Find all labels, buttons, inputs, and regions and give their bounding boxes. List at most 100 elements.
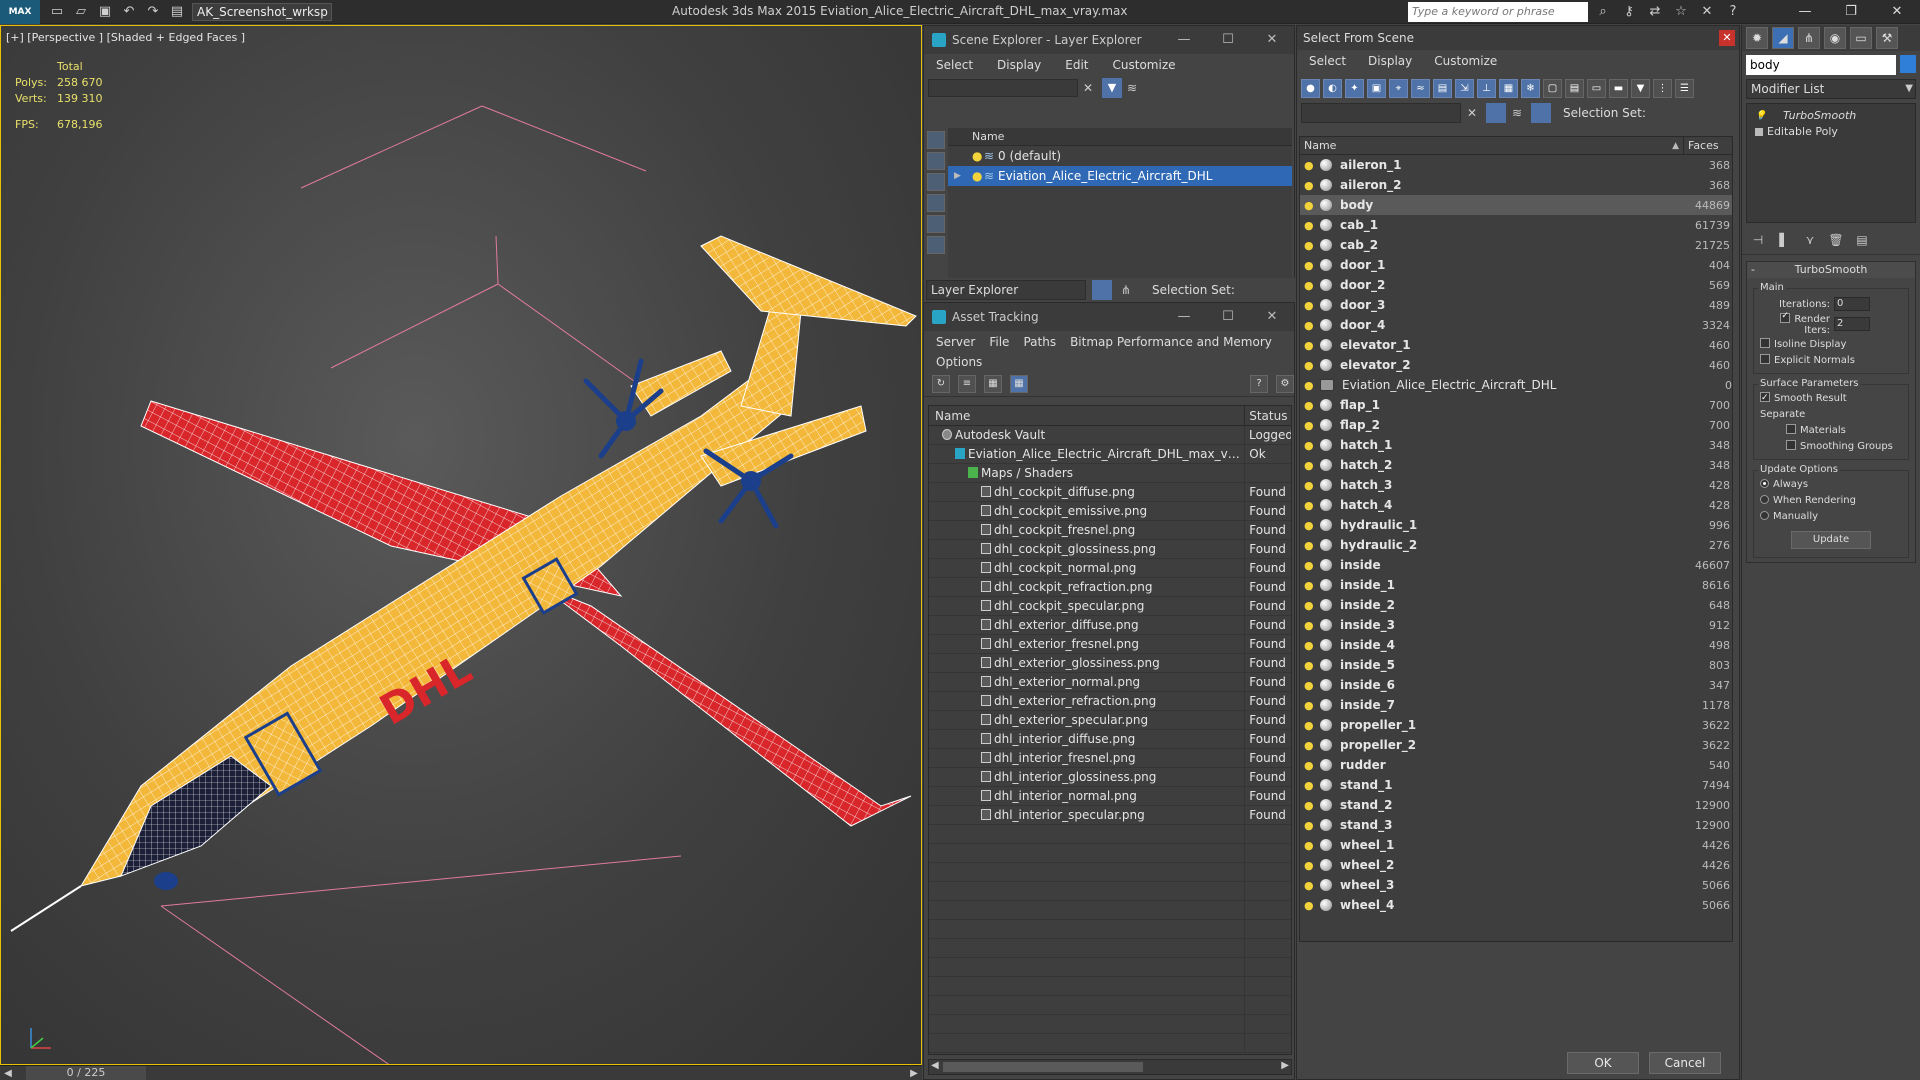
render-iters-spinner[interactable]: 2 xyxy=(1834,317,1870,331)
asset-row[interactable]: dhl_exterior_glossiness.png Found xyxy=(929,654,1291,673)
asset-tracking-titlebar[interactable]: Asset Tracking — ☐ ✕ xyxy=(924,303,1294,331)
object-row[interactable]: ● aileron_2 368 xyxy=(1300,175,1732,195)
object-row[interactable]: ● cab_2 21725 xyxy=(1300,235,1732,255)
object-row[interactable]: ● hatch_2 348 xyxy=(1300,455,1732,475)
open-file-icon[interactable]: ▱ xyxy=(72,3,90,21)
sfs-menu-customize[interactable]: Customize xyxy=(1434,54,1497,68)
select-invert-icon[interactable]: ▬ xyxy=(1609,78,1628,98)
asset-col-status[interactable]: Status xyxy=(1245,406,1291,425)
layer-explorer-icon[interactable] xyxy=(1092,280,1112,300)
asset-row[interactable]: dhl_cockpit_diffuse.png Found xyxy=(929,483,1291,502)
save-icon[interactable]: ▣ xyxy=(96,3,114,21)
lightbulb-icon[interactable]: ● xyxy=(1304,519,1316,532)
se-layer-icon[interactable]: ≋ xyxy=(1122,81,1142,95)
asset-row[interactable]: dhl_exterior_fresnel.png Found xyxy=(929,635,1291,654)
lightbulb-icon[interactable]: ● xyxy=(1304,319,1316,332)
viewport-label[interactable]: [+] [Perspective ] [Shaded + Edged Faces… xyxy=(6,31,245,44)
object-row[interactable]: ● Eviation_Alice_Electric_Aircraft_DHL 0 xyxy=(1300,375,1732,395)
object-col-faces[interactable]: Faces xyxy=(1684,137,1732,154)
asset-row[interactable]: dhl_interior_diffuse.png Found xyxy=(929,730,1291,749)
se-filter-icon[interactable]: ▼ xyxy=(1102,78,1122,98)
motion-tab-icon[interactable]: ◉ xyxy=(1824,27,1846,49)
at-help-icon[interactable]: ? xyxy=(1250,374,1268,393)
sfs-close-icon[interactable]: ✕ xyxy=(1719,30,1735,46)
asset-row[interactable]: Eviation_Alice_Electric_Aircraft_DHL_max… xyxy=(929,445,1291,464)
lightbulb-icon[interactable]: ● xyxy=(1304,639,1316,652)
ok-button[interactable]: OK xyxy=(1567,1052,1639,1074)
materials-toggle[interactable]: Materials xyxy=(1760,423,1902,439)
object-col-name[interactable]: Name ▲ xyxy=(1300,137,1684,154)
update-manually-option[interactable]: Manually xyxy=(1760,509,1902,525)
update-always-option[interactable]: Always xyxy=(1760,477,1902,493)
asset-row[interactable]: dhl_exterior_normal.png Found xyxy=(929,673,1291,692)
lightbulb-icon[interactable]: ● xyxy=(1304,879,1316,892)
at-menu-server[interactable]: Server xyxy=(936,335,975,349)
asset-row[interactable]: dhl_interior_specular.png Found xyxy=(929,806,1291,825)
project-folder-icon[interactable]: ▤ xyxy=(168,3,186,21)
se-display-shapes-icon[interactable] xyxy=(927,173,945,191)
sfs-filter-options-icon[interactable]: ⋮ xyxy=(1653,78,1672,98)
stack-item-turbosmooth[interactable]: 💡 TurboSmooth xyxy=(1747,108,1915,124)
utilities-tab-icon[interactable]: ⚒ xyxy=(1876,27,1898,49)
asset-row[interactable]: dhl_cockpit_glossiness.png Found xyxy=(929,540,1291,559)
show-end-result-icon[interactable]: ▌ xyxy=(1776,233,1792,249)
at-menu-paths[interactable]: Paths xyxy=(1023,335,1056,349)
layer-default[interactable]: ● ≋ 0 (default) xyxy=(948,146,1292,166)
object-row[interactable]: ● hatch_3 428 xyxy=(1300,475,1732,495)
sfs-filter-icon[interactable] xyxy=(1486,103,1506,123)
undo-icon[interactable]: ↶ xyxy=(120,3,138,21)
se-display-cameras-icon[interactable] xyxy=(927,215,945,233)
exchange-icon[interactable]: ⇄ xyxy=(1646,2,1664,22)
object-row[interactable]: ● inside_6 347 xyxy=(1300,675,1732,695)
lightbulb-icon[interactable]: ● xyxy=(1304,179,1316,192)
update-when-rendering-option[interactable]: When Rendering xyxy=(1760,493,1902,509)
lightbulb-icon[interactable]: ● xyxy=(1304,899,1316,912)
time-prev-icon[interactable]: ◀ xyxy=(0,1068,16,1079)
smooth-result-toggle[interactable]: Smooth Result xyxy=(1760,390,1902,407)
lightbulb-icon[interactable]: ● xyxy=(1304,299,1316,312)
asset-col-name[interactable]: Name xyxy=(929,406,1246,425)
object-row[interactable]: ● hatch_1 348 xyxy=(1300,435,1732,455)
lightbulb-icon[interactable]: ● xyxy=(972,166,982,186)
filter-geometry-icon[interactable]: ● xyxy=(1301,78,1320,98)
sfs-hierarchy-icon[interactable] xyxy=(1531,103,1551,123)
object-row[interactable]: ● door_1 404 xyxy=(1300,255,1732,275)
search-input[interactable]: Type a keyword or phrase xyxy=(1408,2,1588,22)
object-row[interactable]: ● flap_1 700 xyxy=(1300,395,1732,415)
se-menu-customize[interactable]: Customize xyxy=(1113,58,1176,72)
at-menu-bitmap[interactable]: Bitmap Performance and Memory xyxy=(1070,335,1272,349)
asset-horizontal-scrollbar[interactable]: ◀ ▶ xyxy=(928,1059,1292,1075)
se-menu-edit[interactable]: Edit xyxy=(1065,58,1088,72)
object-row[interactable]: ● inside_3 912 xyxy=(1300,615,1732,635)
filter-helpers-icon[interactable]: ⌖ xyxy=(1389,78,1408,98)
remove-modifier-icon[interactable]: 🗑 xyxy=(1828,233,1844,249)
manually-radio[interactable] xyxy=(1760,511,1769,520)
lightbulb-icon[interactable]: ● xyxy=(1304,599,1316,612)
filter-xrefs-icon[interactable]: ⇲ xyxy=(1455,78,1474,98)
redo-icon[interactable]: ↷ xyxy=(144,3,162,21)
object-row[interactable]: ● propeller_2 3622 xyxy=(1300,735,1732,755)
binoculars-icon[interactable]: ⌕ xyxy=(1594,2,1612,22)
modifier-list-dropdown[interactable]: Modifier List ▼ xyxy=(1746,79,1916,99)
lightbulb-icon[interactable]: ● xyxy=(1304,159,1316,172)
lightbulb-icon[interactable]: ● xyxy=(1304,619,1316,632)
filter-shapes-icon[interactable]: ◐ xyxy=(1323,78,1342,98)
asset-row[interactable]: dhl_cockpit_refraction.png Found xyxy=(929,578,1291,597)
create-tab-icon[interactable]: ✹ xyxy=(1746,27,1768,49)
object-row[interactable]: ● wheel_1 4426 xyxy=(1300,835,1732,855)
filter-hidden-icon[interactable]: ▢ xyxy=(1543,78,1562,98)
at-menu-options[interactable]: Options xyxy=(936,355,982,369)
close-icon[interactable]: ✕ xyxy=(1874,0,1920,24)
display-tab-icon[interactable]: ▭ xyxy=(1850,27,1872,49)
lightbulb-icon[interactable]: ● xyxy=(1304,419,1316,432)
lightbulb-icon[interactable]: ● xyxy=(1304,339,1316,352)
configure-sets-icon[interactable]: ▤ xyxy=(1854,233,1870,249)
isoline-display-toggle[interactable]: Isoline Display xyxy=(1760,337,1902,353)
lightbulb-icon[interactable]: ● xyxy=(1304,679,1316,692)
pin-stack-icon[interactable]: ⊣ xyxy=(1750,233,1766,249)
lightbulb-icon[interactable]: ● xyxy=(1304,819,1316,832)
filter-lights-icon[interactable]: ✦ xyxy=(1345,78,1364,98)
asset-row[interactable]: Maps / Shaders xyxy=(929,464,1291,483)
lightbulb-icon[interactable]: ● xyxy=(1304,699,1316,712)
asset-row[interactable]: dhl_cockpit_fresnel.png Found xyxy=(929,521,1291,540)
